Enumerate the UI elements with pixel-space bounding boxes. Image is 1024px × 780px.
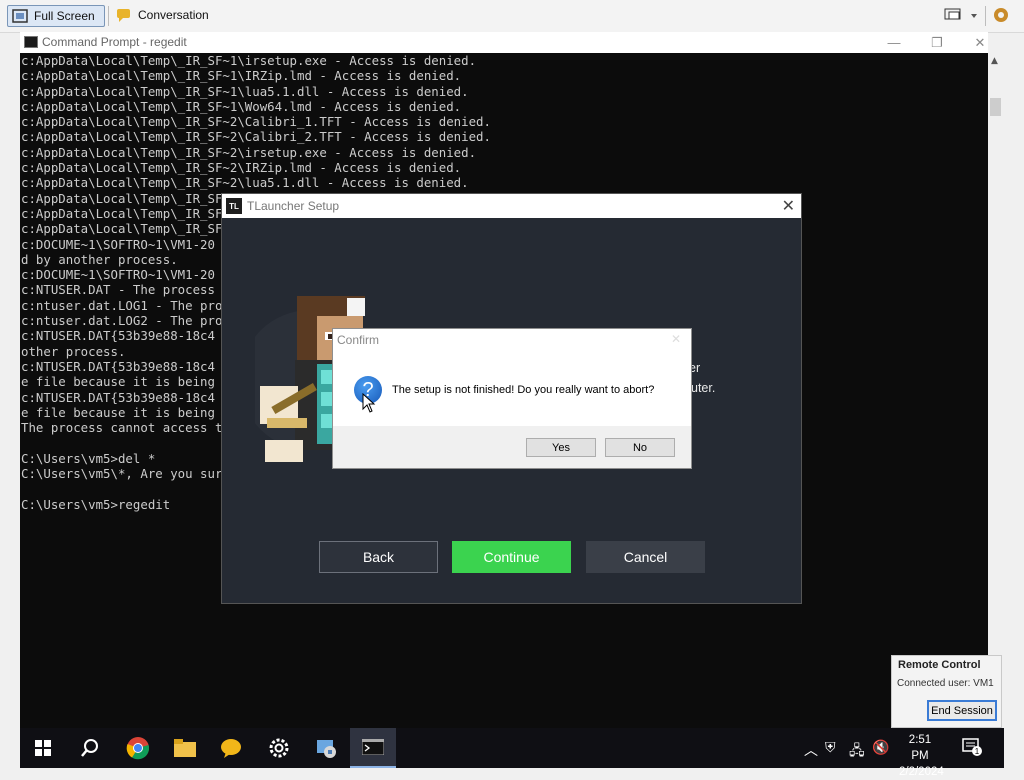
full-screen-icon <box>12 9 28 23</box>
console-line: c:AppData\Local\Temp\_IR_SF~2\Calibri_1.… <box>21 114 491 130</box>
connected-user-label: Connected user: VM1 <box>897 678 994 689</box>
tlauncher-logo-icon: TL <box>226 198 242 214</box>
session-toolbar: Full Screen Conversation <box>0 0 1024 33</box>
remote-control-title: Remote Control <box>898 659 981 671</box>
confirm-dialog: Confirm ✕ ? The setup is not finished! D… <box>333 329 691 468</box>
console-line: c:AppData\Local\Temp\_IR_SF~2\IRZip.lmd … <box>21 160 462 176</box>
full-screen-label: Full Screen <box>34 9 95 23</box>
maximize-button[interactable]: ❐ <box>914 32 960 53</box>
cmd-window-title: Command Prompt - regedit <box>42 35 187 49</box>
taskbar: ︿ ⛨ 🖧 🔇 2:51 PM 2/2/2024 1 <box>20 728 1004 778</box>
chat-icon <box>221 739 241 758</box>
scrollbar-thumb[interactable] <box>990 98 1001 116</box>
chrome-button[interactable] <box>115 728 161 768</box>
cmd-icon <box>362 739 384 755</box>
file-explorer-button[interactable] <box>162 728 208 768</box>
chat-bubble-icon <box>116 8 132 22</box>
tlauncher-title-bar[interactable]: TL TLauncher Setup ✕ <box>222 194 801 218</box>
continue-button[interactable]: Continue <box>452 541 571 573</box>
control-panel-button[interactable] <box>303 728 349 768</box>
clock-time: 2:51 PM <box>908 734 932 762</box>
remote-control-panel: Remote Control Connected user: VM1 End S… <box>891 655 1002 728</box>
console-line: c:AppData\Local\Temp\_IR_SF~1\irsetup.ex… <box>21 53 477 68</box>
chat-app-button[interactable] <box>208 728 254 768</box>
settings-gear-button[interactable] <box>992 5 1014 25</box>
cmd-taskbar-button[interactable] <box>350 728 396 768</box>
file-explorer-icon <box>174 739 196 757</box>
tlauncher-close-icon[interactable]: ✕ <box>782 196 795 216</box>
cancel-button[interactable]: Cancel <box>586 541 705 573</box>
settings-button[interactable] <box>256 728 302 768</box>
notifications-icon[interactable]: 1 <box>962 738 982 760</box>
console-line: c:AppData\Local\Temp\_IR_SF~1\Wow64.lmd … <box>21 98 462 114</box>
cmd-window-icon <box>24 36 38 48</box>
search-icon <box>81 739 98 757</box>
network-icon[interactable]: 🖧 <box>849 740 865 764</box>
back-button[interactable]: Back <box>319 541 438 573</box>
mouse-cursor-icon <box>362 393 376 413</box>
console-line: c:AppData\Local\Temp\_IR_SF~2\irsetup.ex… <box>21 144 477 160</box>
security-icon[interactable]: ⛨ <box>825 740 836 756</box>
cmd-title-bar[interactable]: Command Prompt - regedit — ❐ ✕ <box>20 32 988 53</box>
start-button[interactable] <box>20 728 66 768</box>
volume-muted-icon[interactable]: 🔇 <box>872 740 889 756</box>
start-icon <box>35 740 51 756</box>
minimize-button[interactable]: — <box>871 32 917 53</box>
end-session-button[interactable]: End Session <box>927 700 997 721</box>
show-hidden-icons-icon[interactable]: ︿ <box>804 740 818 760</box>
tlauncher-title: TLauncher Setup <box>247 199 340 213</box>
console-line: c:AppData\Local\Temp\_IR_SF~2\lua5.1.dll… <box>21 175 469 191</box>
confirm-message: The setup is not finished! Do you really… <box>392 384 655 396</box>
console-line: c:AppData\Local\Temp\_IR_SF~1\IRZip.lmd … <box>21 68 462 84</box>
monitor-icon <box>944 8 977 20</box>
scroll-up-icon[interactable]: ▲ <box>991 56 998 66</box>
yes-button[interactable]: Yes <box>526 438 596 457</box>
toolbar-divider <box>108 6 109 26</box>
display-dropdown-button[interactable] <box>944 5 980 25</box>
full-screen-button[interactable]: Full Screen <box>7 5 105 27</box>
toolbar-divider-right <box>985 6 986 26</box>
svg-text:1: 1 <box>975 747 980 756</box>
console-line: c:AppData\Local\Temp\_IR_SF~2\Calibri_2.… <box>21 129 491 145</box>
close-button[interactable]: ✕ <box>957 32 1003 53</box>
control-panel-icon <box>317 740 336 758</box>
no-button[interactable]: No <box>605 438 675 457</box>
settings-icon <box>269 738 289 758</box>
clock-date: 2/2/2024 <box>899 766 944 778</box>
conversation-button[interactable]: Conversation <box>112 5 212 25</box>
chrome-icon <box>126 737 150 760</box>
console-line: c:AppData\Local\Temp\_IR_SF~1\lua5.1.dll… <box>21 83 469 99</box>
console-scrollbar[interactable]: ▲ <box>988 53 1003 728</box>
gear-icon <box>994 8 1008 22</box>
conversation-label: Conversation <box>138 8 209 22</box>
system-clock[interactable]: 2:51 PM 2/2/2024 <box>899 732 944 780</box>
confirm-close-icon[interactable]: ✕ <box>671 332 681 346</box>
search-button[interactable] <box>67 728 113 768</box>
confirm-title: Confirm <box>337 333 380 347</box>
tlauncher-partial-text-2: uter. <box>691 381 716 395</box>
